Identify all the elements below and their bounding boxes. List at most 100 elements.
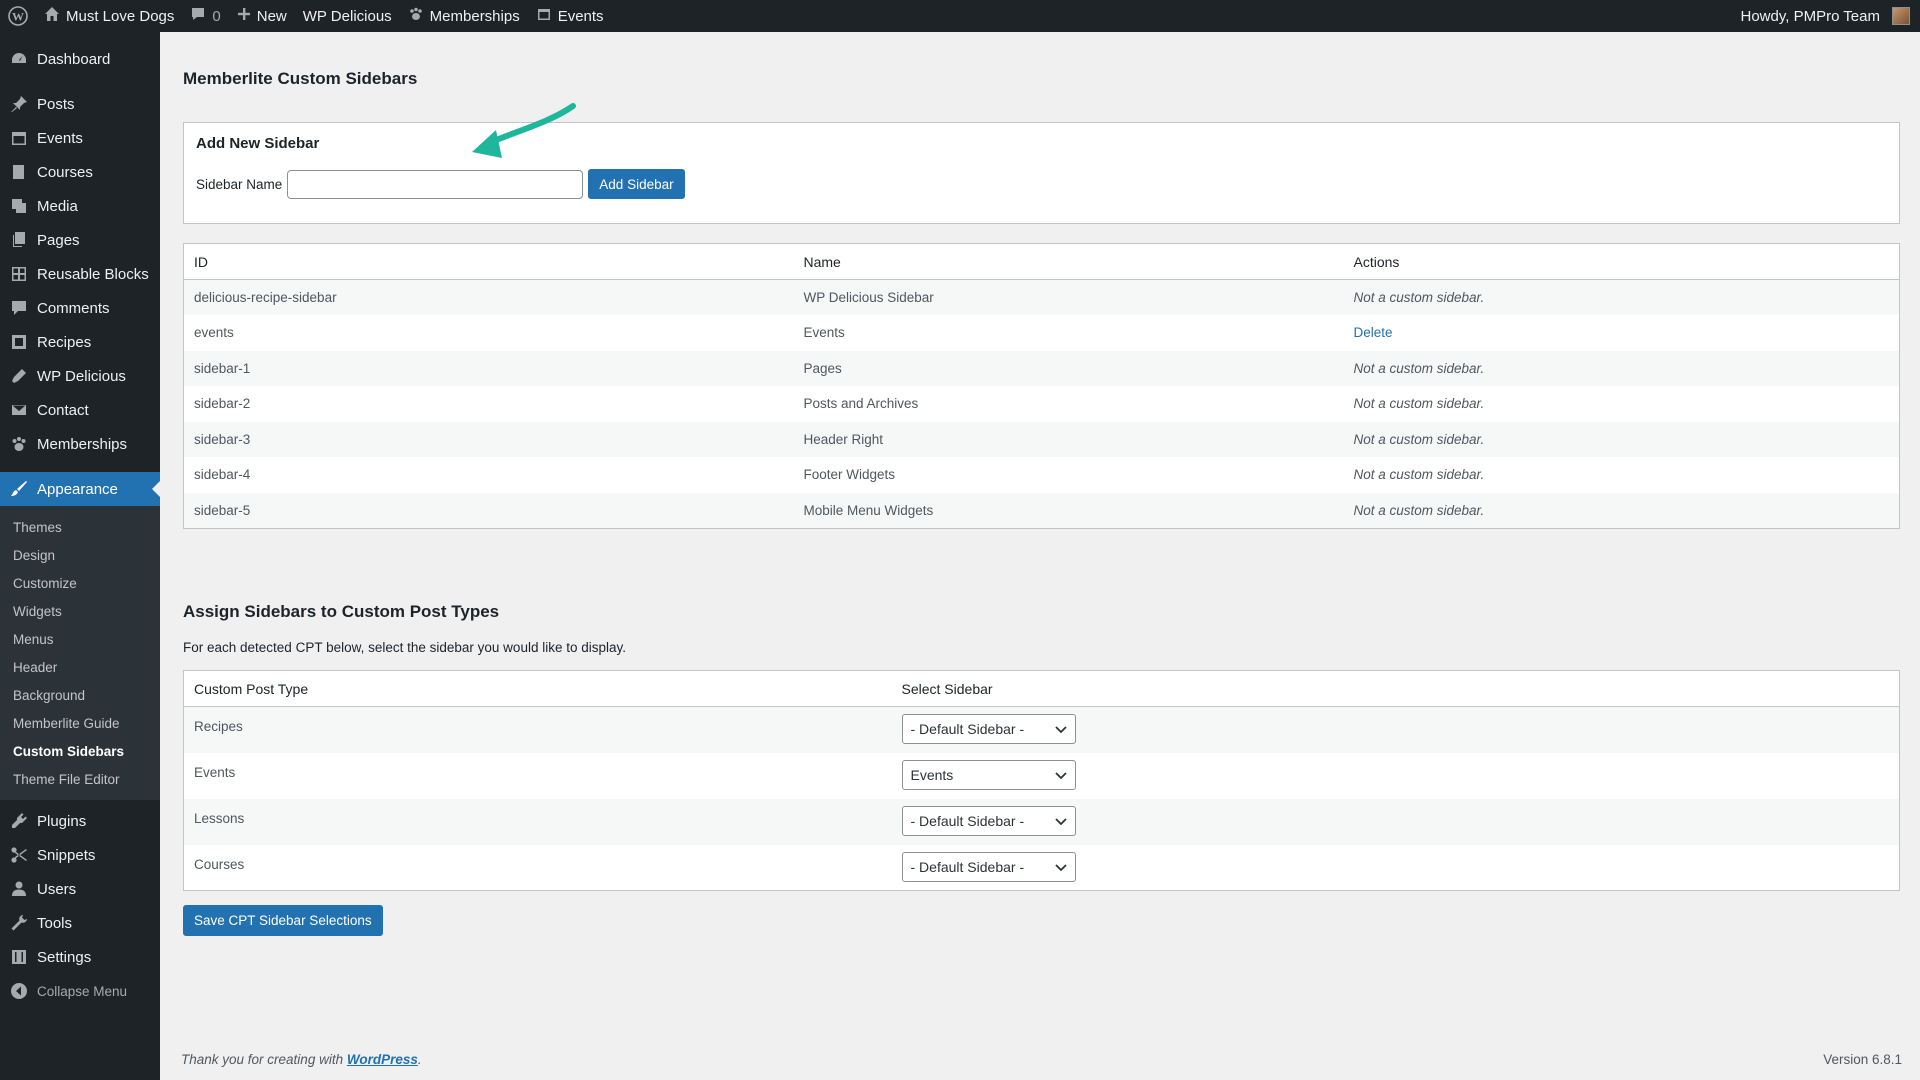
sidebar-action-cell: Not a custom sidebar.	[1353, 502, 1485, 518]
svg-text:W: W	[12, 10, 24, 24]
table-header-row: ID Name Actions	[183, 243, 1900, 280]
sidebar-action-cell: Not a custom sidebar.	[1353, 360, 1485, 376]
submenu-item-theme-file-editor[interactable]: Theme File Editor	[0, 765, 160, 793]
pushpin-icon	[10, 95, 28, 113]
chevron-down-icon	[1054, 813, 1067, 829]
menu-item-recipes[interactable]: Recipes	[0, 325, 160, 359]
site-name-link[interactable]: Must Love Dogs	[36, 0, 182, 32]
add-sidebar-button[interactable]: Add Sidebar	[588, 169, 685, 199]
menu-item-media[interactable]: Media	[0, 189, 160, 223]
sidebar-action-cell: Not a custom sidebar.	[1353, 396, 1485, 412]
chevron-down-icon	[1054, 721, 1067, 737]
chevron-down-icon	[1054, 859, 1067, 875]
sidebar-name-cell: Mobile Menu Widgets	[803, 502, 934, 518]
submenu-item-customize[interactable]: Customize	[0, 569, 160, 597]
menu-item-users[interactable]: Users	[0, 872, 160, 906]
blocks-icon	[10, 265, 28, 283]
sidebar-select[interactable]: Events	[901, 759, 1076, 790]
sidebar-select[interactable]: - Default Sidebar -	[901, 805, 1076, 836]
comments-link[interactable]: 0	[182, 0, 228, 32]
menu-item-snippets[interactable]: Snippets	[0, 838, 160, 872]
media-icon	[10, 197, 28, 215]
table-row: sidebar-2 Posts and Archives Not a custo…	[184, 386, 1900, 422]
submenu-item-custom-sidebars[interactable]: Custom Sidebars	[0, 737, 160, 765]
footer-version: Version 6.8.1	[1823, 1052, 1902, 1067]
menu-item-events[interactable]: Events	[0, 121, 160, 155]
plus-icon	[237, 7, 251, 25]
sidebar-action-cell: Not a custom sidebar.	[1353, 467, 1485, 483]
memberships-link[interactable]: Memberships	[400, 0, 528, 32]
delete-sidebar-link[interactable]: Delete	[1354, 325, 1393, 340]
main-content: Memberlite Custom Sidebars Add New Sideb…	[160, 32, 1920, 1080]
submenu-item-widgets[interactable]: Widgets	[0, 597, 160, 625]
paw-icon	[408, 6, 424, 26]
menu-item-tools[interactable]: Tools	[0, 906, 160, 940]
table-row: sidebar-3 Header Right Not a custom side…	[183, 421, 1900, 457]
user-icon	[10, 880, 28, 898]
sidebar-name-label: Sidebar Name	[196, 176, 283, 192]
sidebars-table: ID Name Actions delicious-recipe-sidebar…	[183, 243, 1900, 529]
sidebar-id-cell: sidebar-5	[194, 502, 251, 518]
submenu-item-themes[interactable]: Themes	[0, 513, 160, 541]
sidebar-select[interactable]: - Default Sidebar -	[901, 714, 1076, 744]
menu-item-contact[interactable]: Contact	[0, 393, 160, 427]
wp-delicious-link[interactable]: WP Delicious	[295, 0, 400, 32]
settings-sliders-icon	[10, 948, 28, 966]
cpt-name-cell: Recipes	[194, 719, 243, 734]
sidebar-id-cell: events	[194, 325, 234, 341]
column-header-id: ID	[183, 243, 794, 280]
submenu-item-background[interactable]: Background	[0, 681, 160, 709]
menu-item-pages[interactable]: Pages	[0, 223, 160, 257]
chevron-down-icon	[1054, 767, 1067, 783]
cpt-name-cell: Events	[194, 764, 236, 780]
scissors-icon	[10, 846, 28, 864]
table-row: Lessons - Default Sidebar -	[183, 798, 1900, 845]
table-row: Courses - Default Sidebar -	[184, 845, 1900, 891]
menu-item-memberships[interactable]: Memberships	[0, 427, 160, 461]
menu-item-posts[interactable]: Posts	[0, 87, 160, 121]
assign-sidebars-description: For each detected CPT below, select the …	[183, 640, 626, 655]
sidebar-name-cell: Pages	[803, 360, 842, 376]
sidebar-id-cell: sidebar-2	[194, 396, 251, 412]
wordpress-logo-icon[interactable]: W	[0, 0, 36, 32]
menu-item-plugins[interactable]: Plugins	[0, 804, 160, 838]
menu-item-settings[interactable]: Settings	[0, 940, 160, 974]
sidebar-action-cell: Not a custom sidebar.	[1353, 431, 1485, 447]
annotation-arrow-icon	[472, 103, 576, 158]
submenu-item-design[interactable]: Design	[0, 541, 160, 569]
assign-sidebars-heading: Assign Sidebars to Custom Post Types	[183, 602, 500, 621]
paw-icon	[10, 435, 28, 453]
sidebar-id-cell: delicious-recipe-sidebar	[194, 290, 337, 305]
collapse-menu-button[interactable]: Collapse Menu	[0, 974, 160, 1008]
collapse-arrow-icon	[10, 982, 28, 1000]
plug-icon	[10, 812, 28, 830]
submenu-item-header[interactable]: Header	[0, 653, 160, 681]
calendar-icon	[536, 6, 552, 26]
sidebar-action-cell: Not a custom sidebar.	[1353, 290, 1485, 305]
submenu-item-menus[interactable]: Menus	[0, 625, 160, 653]
table-row: sidebar-1 Pages Not a custom sidebar.	[183, 350, 1900, 386]
new-content-link[interactable]: New	[229, 0, 295, 32]
menu-item-dashboard[interactable]: Dashboard	[0, 42, 160, 76]
menu-item-comments[interactable]: Comments	[0, 291, 160, 325]
wrench-icon	[10, 914, 28, 932]
events-link[interactable]: Events	[528, 0, 612, 32]
column-header-select-sidebar: Select Sidebar	[891, 670, 1900, 707]
menu-item-courses[interactable]: Courses	[0, 155, 160, 189]
wordpress-link[interactable]: WordPress	[347, 1052, 418, 1067]
menu-item-reusable-blocks[interactable]: Reusable Blocks	[0, 257, 160, 291]
admin-toolbar: W Must Love Dogs 0 New WP Delicious Memb…	[0, 0, 1920, 32]
sidebar-action-cell: Delete	[1344, 315, 1900, 351]
book-icon	[10, 163, 28, 181]
sidebar-select[interactable]: - Default Sidebar -	[901, 851, 1076, 882]
menu-item-appearance[interactable]: Appearance	[0, 472, 160, 506]
cpt-sidebars-table: Custom Post Type Select Sidebar Recipes …	[183, 670, 1900, 891]
avatar	[1892, 7, 1910, 25]
menu-item-wp-delicious[interactable]: WP Delicious	[0, 359, 160, 393]
my-account-link[interactable]: Howdy, PMPro Team	[1733, 0, 1920, 32]
submenu-item-memberlite-guide[interactable]: Memberlite Guide	[0, 709, 160, 737]
table-row: events Events Delete	[184, 315, 1900, 351]
add-new-sidebar-box: Add New Sidebar Sidebar Name Add Sidebar	[183, 122, 1900, 224]
appearance-submenu: Themes Design Customize Widgets Menus He…	[0, 506, 160, 800]
save-cpt-sidebar-selections-button[interactable]: Save CPT Sidebar Selections	[183, 905, 383, 936]
